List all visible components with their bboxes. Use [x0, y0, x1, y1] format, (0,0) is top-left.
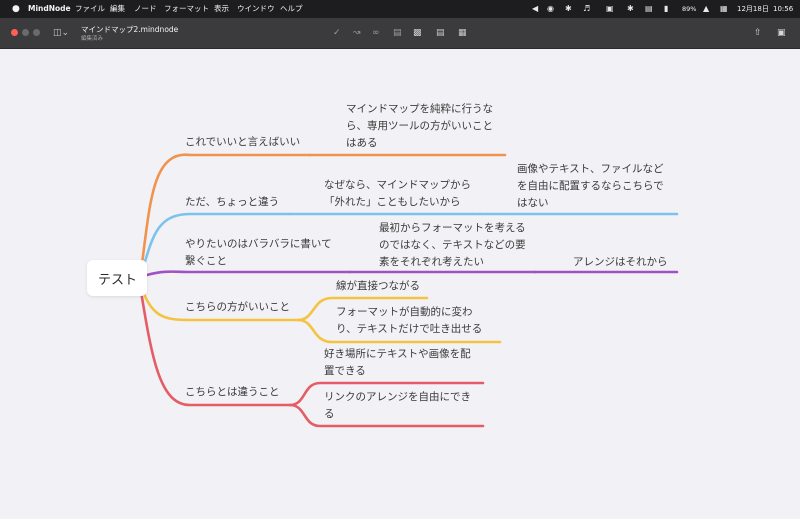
format-icon[interactable]: ▦ [458, 18, 467, 48]
battery-icon[interactable]: ▮ [664, 0, 668, 18]
node-orange-1-line-2[interactable]: ら、専用ツールの方がいいこと [346, 118, 493, 135]
branch-node-blue[interactable]: ただ、ちょっと違う [185, 194, 279, 211]
node-red-1-line-2[interactable]: 置できる [324, 363, 366, 380]
apple-menu-icon[interactable]: ● [12, 0, 20, 18]
check-icon[interactable]: ✓ [333, 18, 341, 48]
menu-help[interactable]: ヘルプ [280, 0, 303, 18]
node-yellow-1[interactable]: 線が直接つながる [336, 278, 420, 295]
link-icon[interactable]: ∞ [372, 18, 380, 48]
node-red-2-line-1[interactable]: リンクのアレンジを自由にでき [324, 389, 471, 406]
minimize-window-button[interactable] [22, 29, 29, 36]
menubar-time[interactable]: 10:56 [773, 0, 793, 18]
document-status: 編集済み [81, 36, 104, 42]
node-purple-1-line-1[interactable]: 最初からフォーマットを考える [379, 220, 526, 237]
volume-icon[interactable]: ♬ [583, 0, 590, 18]
cast-icon[interactable]: ▤ [645, 0, 653, 18]
task-icon[interactable]: ▤ [436, 18, 445, 48]
node-purple-2[interactable]: アレンジはそれから [573, 254, 668, 271]
menubar-date[interactable]: 12月18日 [737, 0, 769, 18]
node-blue-2-line-1[interactable]: 画像やテキスト、ファイルなど [517, 161, 663, 178]
share-icon[interactable]: ⇧ [754, 18, 762, 48]
menu-file[interactable]: ファイル [75, 0, 105, 18]
node-blue-2-line-3[interactable]: はない [517, 195, 549, 212]
node-orange-1-line-3[interactable]: はある [346, 135, 378, 152]
sidebar-icon[interactable]: ◫⌄ [53, 18, 69, 48]
root-node[interactable]: テスト [87, 260, 147, 296]
zoom-window-button[interactable] [33, 29, 40, 36]
tool-icon[interactable]: ✱ [565, 0, 572, 18]
node-purple-1-line-3[interactable]: 素をそれぞれ考えたい [379, 254, 484, 271]
node-red-1-line-1[interactable]: 好き場所にテキストや画像を配 [324, 346, 471, 363]
bluetooth-icon[interactable]: ✱ [627, 0, 634, 18]
inspector-icon[interactable]: ▣ [777, 18, 786, 48]
branch-node-red[interactable]: こちらとは違うこと [185, 384, 280, 401]
close-window-button[interactable] [11, 29, 18, 36]
node-blue-1-line-1[interactable]: なぜなら、マインドマップから [324, 177, 471, 194]
node-red-2-line-2[interactable]: る [324, 406, 335, 423]
battery-percent: 89% [682, 5, 697, 13]
control-center-icon[interactable]: ▦ [720, 0, 728, 18]
branch-node-yellow[interactable]: こちらの方がいいこと [185, 299, 290, 316]
menu-view[interactable]: 表示 [214, 0, 229, 18]
node-yellow-2-line-2[interactable]: り、テキストだけで吐き出せる [336, 321, 482, 338]
branch-node-orange[interactable]: これでいいと言えばいい [185, 134, 300, 151]
node-purple-1-line-2[interactable]: のではなく、テキストなどの要 [379, 237, 526, 254]
wifi-icon[interactable]: ▲ [703, 0, 709, 18]
node-orange-1-line-1[interactable]: マインドマップを純粋に行うな [346, 101, 493, 118]
image-icon[interactable]: ▩ [413, 18, 422, 48]
menu-node[interactable]: ノード [134, 0, 157, 18]
menu-app-name[interactable]: MindNode [28, 0, 71, 18]
connect-icon[interactable]: ↝ [353, 18, 361, 48]
node-blue-1-line-2[interactable]: 「外れた」こともしたいから [324, 194, 461, 211]
branch-node-purple-line-1[interactable]: やりたいのはバラバラに書いて [185, 236, 332, 253]
menu-format[interactable]: フォーマット [164, 0, 209, 18]
display-icon[interactable]: ▣ [606, 0, 614, 18]
node-blue-2-line-2[interactable]: を自由に配置するならこちらで [517, 178, 664, 195]
sidebar-toggle-icon[interactable]: ◀ [532, 0, 538, 18]
menu-edit[interactable]: 編集 [110, 0, 125, 18]
branch-node-purple-line-2[interactable]: 繋ぐこと [185, 253, 227, 270]
link-red-child-2 [288, 403, 485, 428]
root-node-label: テスト [98, 273, 138, 288]
node-yellow-2-line-1[interactable]: フォーマットが自動的に変わ [336, 304, 473, 321]
link-purple-branch [145, 270, 352, 277]
menu-bar: ● MindNode ファイル 編集 ノード フォーマット 表示 ウインドウ ヘ… [0, 0, 800, 18]
record-icon[interactable]: ◉ [547, 0, 554, 18]
window-titlebar: ◫⌄ マインドマップ2.mindnode 編集済み ✓ ↝ ∞ ▤ ▩ ▤ ▦ … [0, 18, 800, 49]
note-icon[interactable]: ▤ [393, 18, 402, 48]
menu-window[interactable]: ウインドウ [237, 0, 275, 18]
